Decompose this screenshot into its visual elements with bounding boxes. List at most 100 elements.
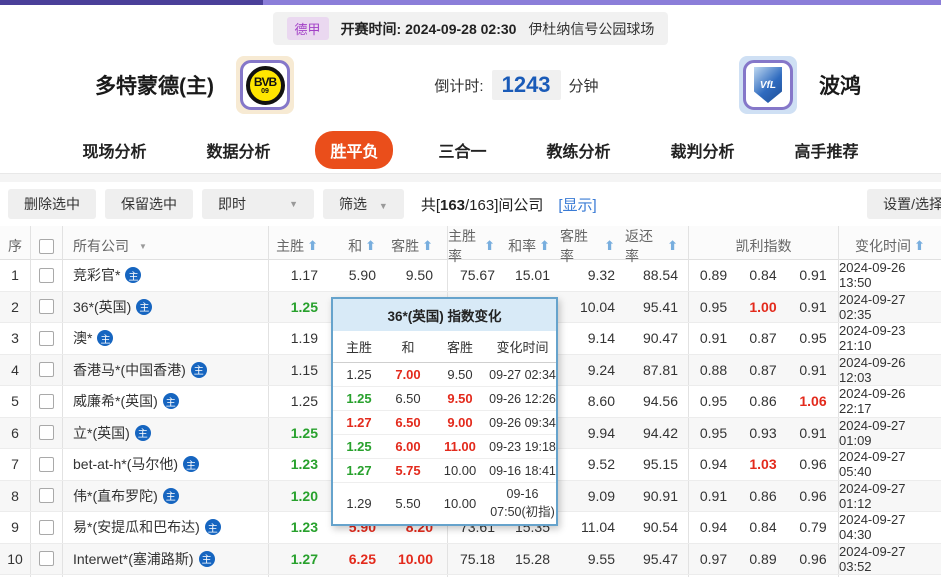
- kelly-away: 0.95: [788, 323, 838, 354]
- popup-draw-odds: 5.50: [385, 496, 431, 511]
- away-win-rate: 10.04: [560, 292, 625, 323]
- kelly-away: 0.91: [788, 418, 838, 449]
- tab-referee-analysis[interactable]: 裁判分析: [656, 131, 750, 169]
- popup-home-odds: 1.25: [333, 367, 385, 382]
- row-checkbox-cell: [30, 544, 62, 575]
- filter-dropdown[interactable]: 筛选 ▼: [323, 189, 404, 219]
- row-checkbox[interactable]: [39, 268, 54, 283]
- company-cell[interactable]: 36*(英国) 主: [62, 292, 268, 323]
- tab-win-draw-lose[interactable]: 胜平负: [315, 131, 393, 169]
- company-cell[interactable]: 香港马*(中国香港) 主: [62, 355, 268, 386]
- home-win-odds[interactable]: 1.19: [268, 323, 332, 354]
- draw-odds[interactable]: 6.25: [332, 544, 390, 575]
- row-checkbox[interactable]: [39, 362, 54, 377]
- tab-live-analysis[interactable]: 现场分析: [67, 131, 161, 169]
- home-win-odds[interactable]: 1.25: [268, 292, 332, 323]
- team-header: 多特蒙德(主) BVB 09 倒计时: 1243 分钟 VfL 波鸿: [0, 45, 941, 127]
- return-rate: 90.47: [625, 323, 688, 354]
- kelly-away: 0.96: [788, 449, 838, 480]
- odds-time-dropdown-value: 即时: [218, 194, 246, 214]
- away-win-odds[interactable]: 9.50: [390, 260, 447, 291]
- kelly-home: 0.88: [688, 355, 738, 386]
- popup-draw-odds: 6.00: [385, 439, 431, 454]
- row-checkbox-cell: [30, 386, 62, 417]
- company-cell[interactable]: 威廉希*(英国) 主: [62, 386, 268, 417]
- kelly-draw: 1.03: [738, 449, 788, 480]
- sort-up-icon: ⬆: [914, 238, 925, 254]
- sort-up-icon: ⬆: [667, 238, 678, 254]
- kelly-draw: 0.84: [738, 260, 788, 291]
- odds-time-dropdown[interactable]: 即时 ▼: [202, 189, 314, 219]
- row-checkbox[interactable]: [39, 299, 54, 314]
- keep-selected-button[interactable]: 保留选中: [105, 189, 193, 219]
- home-win-odds[interactable]: 1.17: [268, 260, 332, 291]
- company-cell[interactable]: bet-at-h*(马尔他) 主: [62, 449, 268, 480]
- kelly-home: 0.95: [688, 418, 738, 449]
- home-win-odds[interactable]: 1.20: [268, 481, 332, 512]
- home-badge-icon: 主: [199, 551, 215, 567]
- row-index: 2: [0, 292, 30, 323]
- draw-odds[interactable]: 5.90: [332, 260, 390, 291]
- home-badge-icon: 主: [163, 488, 179, 504]
- popup-header-time: 变化时间: [489, 337, 556, 356]
- popup-home-odds: 1.25: [333, 439, 385, 454]
- row-checkbox[interactable]: [39, 457, 54, 472]
- home-win-rate: 75.67: [447, 260, 505, 291]
- kelly-away: 0.79: [788, 512, 838, 543]
- row-checkbox[interactable]: [39, 520, 54, 535]
- home-win-odds[interactable]: 1.23: [268, 512, 332, 543]
- row-checkbox-cell: [30, 355, 62, 386]
- popup-home-odds: 1.27: [333, 463, 385, 478]
- kelly-home: 0.91: [688, 323, 738, 354]
- row-index: 7: [0, 449, 30, 480]
- row-checkbox[interactable]: [39, 551, 54, 566]
- tab-data-analysis[interactable]: 数据分析: [191, 131, 285, 169]
- company-cell[interactable]: 竞彩官* 主: [62, 260, 268, 291]
- home-win-odds[interactable]: 1.25: [268, 418, 332, 449]
- row-index: 3: [0, 323, 30, 354]
- venue-name: 伊杜纳信号公园球场: [528, 19, 654, 39]
- change-time: 2024-09-26 22:17: [838, 386, 941, 417]
- kelly-away: 1.06: [788, 386, 838, 417]
- away-team-logo-frame: VfL: [743, 60, 793, 110]
- countdown-unit: 分钟: [569, 75, 599, 96]
- change-time: 2024-09-27 03:52: [838, 544, 941, 575]
- kelly-away: 0.91: [788, 355, 838, 386]
- popup-change-time: 09-27 02:34: [489, 368, 556, 382]
- settings-button[interactable]: 设置/选择: [867, 189, 941, 219]
- home-win-odds[interactable]: 1.15: [268, 355, 332, 386]
- row-checkbox[interactable]: [39, 425, 54, 440]
- away-win-odds[interactable]: 10.00: [390, 544, 447, 575]
- home-win-odds[interactable]: 1.27: [268, 544, 332, 575]
- top-progress-bar-rest: [263, 0, 941, 5]
- delete-selected-button[interactable]: 删除选中: [8, 189, 96, 219]
- tab-three-in-one[interactable]: 三合一: [423, 131, 501, 169]
- select-all-checkbox[interactable]: [39, 239, 54, 254]
- popup-away-odds: 10.00: [431, 463, 489, 478]
- away-win-rate: 9.32: [560, 260, 625, 291]
- row-checkbox[interactable]: [39, 394, 54, 409]
- countdown: 倒计时: 1243 分钟: [434, 70, 598, 100]
- show-link[interactable]: [显示]: [558, 194, 596, 215]
- change-time: 2024-09-27 05:40: [838, 449, 941, 480]
- company-cell[interactable]: 易*(安提瓜和巴布达) 主: [62, 512, 268, 543]
- kelly-away: 0.96: [788, 544, 838, 575]
- sort-up-icon: ⬆: [307, 238, 318, 254]
- tab-coach-analysis[interactable]: 教练分析: [532, 131, 626, 169]
- home-team-logo-frame: BVB 09: [240, 60, 290, 110]
- tab-bar: 现场分析数据分析胜平负三合一教练分析裁判分析高手推荐: [0, 127, 941, 174]
- kelly-draw: 1.00: [738, 292, 788, 323]
- company-cell[interactable]: 立*(英国) 主: [62, 418, 268, 449]
- popup-change-time: 09-26 12:26: [489, 392, 556, 406]
- kelly-draw: 0.93: [738, 418, 788, 449]
- tab-expert-picks[interactable]: 高手推荐: [780, 131, 874, 169]
- row-checkbox-cell: [30, 292, 62, 323]
- company-cell[interactable]: Interwet*(塞浦路斯) 主: [62, 544, 268, 575]
- row-checkbox[interactable]: [39, 488, 54, 503]
- home-win-odds[interactable]: 1.25: [268, 386, 332, 417]
- home-win-odds[interactable]: 1.23: [268, 449, 332, 480]
- company-cell[interactable]: 伟*(直布罗陀) 主: [62, 481, 268, 512]
- row-checkbox[interactable]: [39, 331, 54, 346]
- company-cell[interactable]: 澳* 主: [62, 323, 268, 354]
- row-checkbox-cell: [30, 512, 62, 543]
